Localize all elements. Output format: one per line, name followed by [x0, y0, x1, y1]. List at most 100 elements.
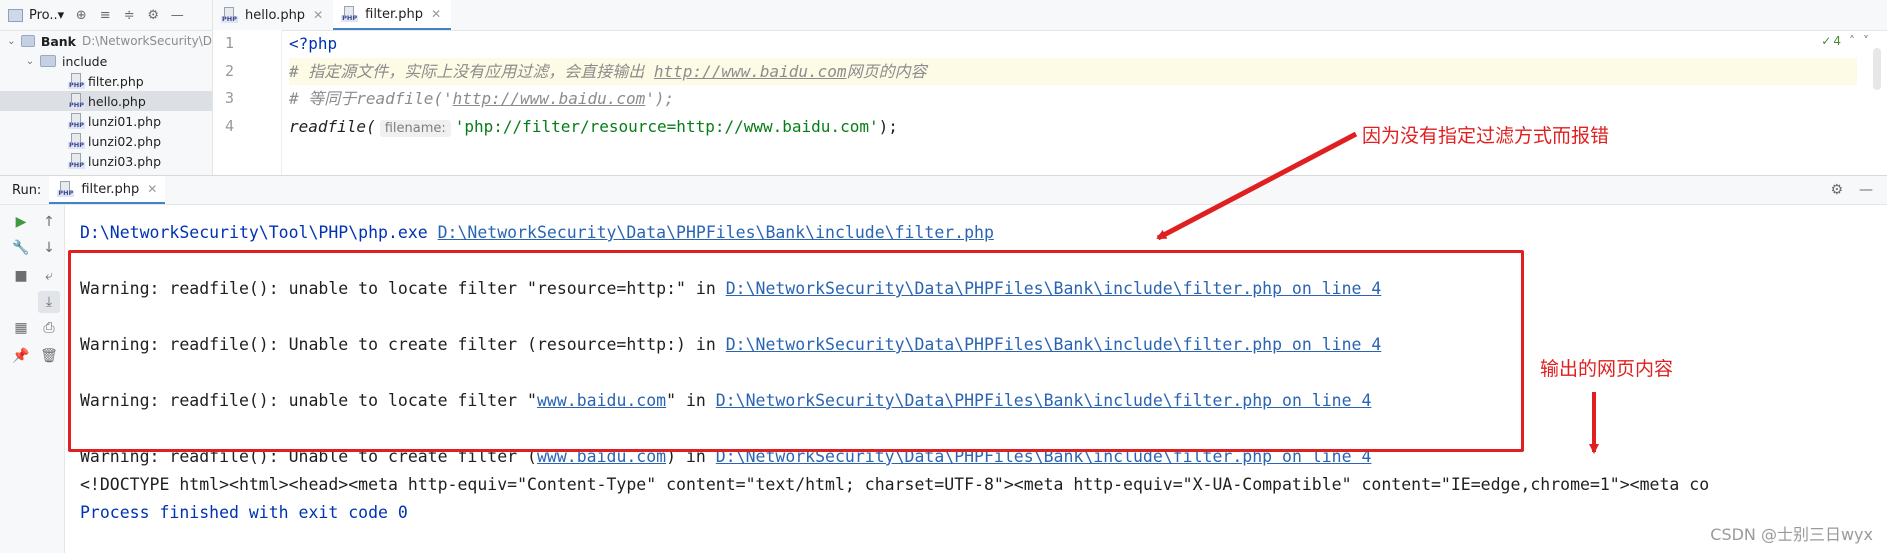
editor-tabs: PHP hello.php ✕ PHP filter.php ✕	[213, 0, 1887, 31]
gear-icon[interactable]: ⚙	[146, 8, 160, 23]
tree-file-label: filter.php	[88, 73, 144, 89]
minimize-icon[interactable]: —	[1859, 182, 1873, 198]
project-panel: Pro..▾ ⊕ ≡ ≑ ⚙ — ⌄ Bank D:\NetworkSecuri…	[0, 0, 213, 175]
folder-icon	[40, 55, 56, 67]
code-line-4: readfile(filename:'php://filter/resource…	[289, 113, 1857, 141]
project-icon	[8, 8, 23, 22]
tab-filter-php[interactable]: PHP filter.php ✕	[333, 0, 452, 30]
soft-wrap-icon[interactable]: ⤶	[38, 265, 60, 287]
locate-icon[interactable]: ⊕	[74, 8, 88, 23]
tree-file-label: lunzi01.php	[88, 113, 162, 129]
inspection-count: 4	[1833, 34, 1841, 48]
close-icon[interactable]: ✕	[313, 8, 323, 22]
run-header-tools: ⚙ —	[1830, 182, 1873, 198]
close-icon[interactable]: ✕	[431, 7, 441, 21]
project-header: Pro..▾ ⊕ ≡ ≑ ⚙ —	[0, 0, 212, 31]
gear-icon[interactable]: ⚙	[1830, 182, 1843, 198]
php-file-icon: PHP	[68, 133, 85, 149]
comment-text: # 指定源文件，实际上没有应用过滤，会直接输出	[289, 61, 654, 81]
rerun-icon[interactable]: ▶	[10, 211, 32, 233]
comment-url: http://www.baidu.com	[452, 89, 646, 108]
code-line-2: # 指定源文件，实际上没有应用过滤，会直接输出 http://www.baidu…	[289, 57, 1857, 85]
code-line-1: <?php	[289, 30, 1857, 58]
comment-line: # 指定源文件，实际上没有应用过滤，会直接输出 http://www.baidu…	[289, 62, 927, 81]
project-title[interactable]: Pro..▾	[29, 8, 64, 23]
collapse-all-icon[interactable]: ≑	[122, 8, 136, 23]
comment-url: http://www.baidu.com	[653, 61, 847, 81]
inspection-widget[interactable]: ✓ 4 ˄ ˅	[1821, 34, 1869, 48]
stop-icon[interactable]: ■	[10, 265, 32, 287]
run-toolbar: ▶ ↑ 🔧 ↓ ■ ⤶ ⤓ ▦ ⎙ 📌 🗑	[0, 205, 65, 553]
php-file-icon: PHP	[68, 113, 85, 129]
call-end: );	[878, 116, 898, 136]
chevron-down-icon[interactable]: ˅	[1863, 34, 1869, 48]
run-header: Run: PHP filter.php ✕ ⚙ —	[0, 176, 1887, 205]
tree-root-label: Bank	[40, 33, 76, 49]
arrow-up-icon[interactable]: ↑	[38, 211, 60, 233]
run-label: Run:	[12, 182, 42, 198]
tab-label: filter.php	[365, 6, 424, 22]
layout-icon[interactable]: ▦	[10, 317, 32, 339]
console-command: D:\NetworkSecurity\Tool\PHP\php.exe D:\N…	[80, 223, 994, 242]
line-number: 1	[225, 34, 235, 52]
chevron-up-icon[interactable]: ˄	[1849, 34, 1855, 48]
editor-scrollbar[interactable]	[1873, 48, 1881, 90]
run-tab[interactable]: PHP filter.php ✕	[49, 176, 166, 204]
console-finished: Process finished with exit code 0	[80, 503, 408, 522]
comment-text: 网页的内容	[846, 61, 927, 81]
output-annotation: 输出的网页内容	[1540, 358, 1674, 380]
string-argument: 'php://filter/resource=http://www.baidu.…	[454, 116, 879, 136]
tree-file[interactable]: PHP hello.php	[0, 91, 212, 111]
tree-folder-label: include	[62, 53, 108, 69]
php-exe-path: D:\NetworkSecurity\Tool\PHP\php.exe	[80, 223, 428, 242]
error-annotation: 因为没有指定过滤方式而报错	[1362, 125, 1610, 147]
scroll-to-end-icon[interactable]: ⤓	[38, 291, 60, 313]
highlight-box	[68, 250, 1524, 452]
minimize-icon[interactable]: —	[170, 8, 184, 23]
tree-root-bank[interactable]: ⌄ Bank D:\NetworkSecurity\D	[0, 31, 212, 51]
tree-root-path: D:\NetworkSecurity\D	[82, 34, 212, 48]
php-file-icon: PHP	[68, 93, 85, 109]
php-file-icon: PHP	[341, 6, 359, 22]
tab-hello-php[interactable]: PHP hello.php ✕	[213, 0, 333, 30]
tree-file-label: hello.php	[88, 93, 146, 109]
close-icon[interactable]: ✕	[147, 182, 157, 196]
code-editor[interactable]: <?php # 指定源文件，实际上没有应用过滤，会直接输出 http://www…	[289, 30, 1857, 175]
tree-file[interactable]: PHP lunzi01.php	[0, 111, 212, 131]
tab-label: hello.php	[245, 7, 306, 23]
tree-file[interactable]: PHP lunzi03.php	[0, 151, 212, 171]
tree-file-label: lunzi03.php	[88, 153, 162, 169]
tree-file[interactable]: PHP lunzi02.php	[0, 131, 212, 151]
line-number: 3	[225, 89, 235, 107]
line-number: 4	[225, 116, 235, 135]
run-tab-label: filter.php	[81, 181, 140, 197]
print-icon[interactable]: ⎙	[38, 317, 60, 339]
tree-folder-include[interactable]: ⌄ include	[0, 51, 212, 71]
code-line-3: # 等同于readfile('http://www.baidu.com');	[289, 85, 1857, 113]
check-icon: ✓	[1821, 34, 1832, 48]
wrench-icon[interactable]: 🔧	[10, 237, 32, 259]
chevron-down-icon[interactable]: ⌄	[24, 56, 36, 67]
line-number: 2	[225, 61, 235, 80]
comment-text: # 等同于readfile('	[289, 89, 453, 108]
console-html-output: <!DOCTYPE html><html><head><meta http-eq…	[80, 475, 1710, 494]
arrow-down-icon[interactable]: ↓	[38, 237, 60, 259]
tree-file[interactable]: PHP filter.php	[0, 71, 212, 91]
editor-area: PHP hello.php ✕ PHP filter.php ✕ 1 2 3 4…	[213, 0, 1887, 175]
chevron-down-icon[interactable]: ⌄	[6, 36, 17, 47]
tree-file-label: lunzi02.php	[88, 133, 162, 149]
script-path-link[interactable]: D:\NetworkSecurity\Data\PHPFiles\Bank\in…	[438, 223, 994, 242]
folder-icon	[20, 35, 35, 47]
expand-all-icon[interactable]: ≡	[98, 8, 112, 23]
php-file-icon: PHP	[68, 153, 85, 169]
pin-icon[interactable]: 📌	[10, 345, 32, 367]
function-call: readfile(	[289, 116, 376, 136]
php-file-icon: PHP	[57, 181, 75, 197]
watermark: CSDN @士别三日wyx	[1710, 525, 1873, 544]
comment-line: # 等同于readfile('http://www.baidu.com');	[289, 89, 674, 108]
comment-text: ');	[645, 89, 675, 108]
trash-icon[interactable]: 🗑	[38, 345, 60, 367]
parameter-hint: filename:	[379, 119, 451, 137]
php-file-icon: PHP	[68, 73, 85, 89]
php-file-icon: PHP	[221, 7, 238, 23]
